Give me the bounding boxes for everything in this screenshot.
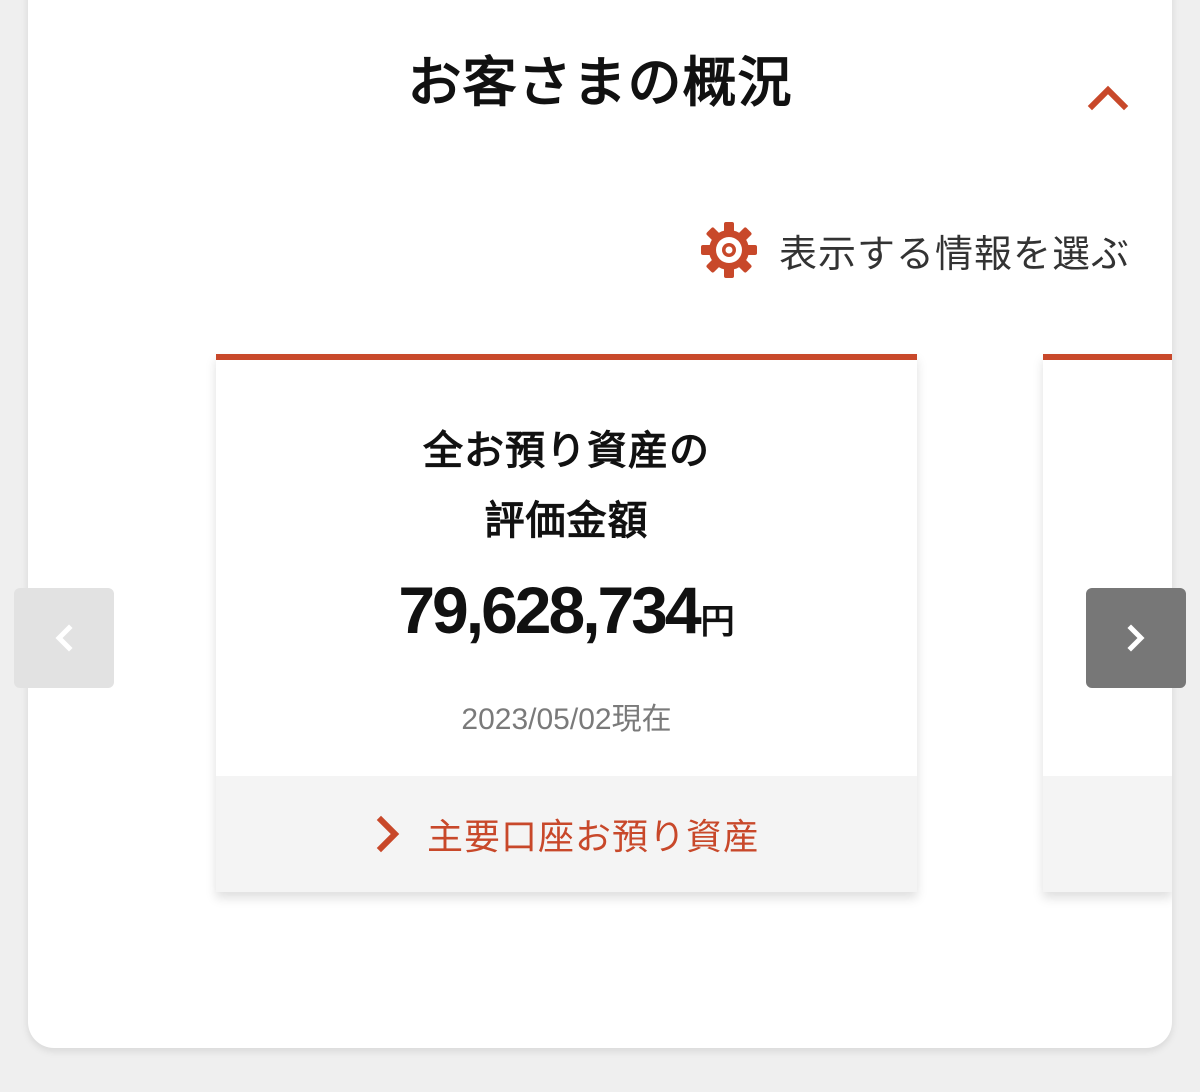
chevron-left-icon <box>55 624 73 652</box>
card-title-line1: 全お預り資産の <box>423 428 710 474</box>
collapse-button[interactable] <box>1084 74 1132 122</box>
chevron-right-icon <box>1127 624 1145 652</box>
chevron-right-icon <box>376 815 400 853</box>
card-title: 全お預り資産の 評価金額 <box>216 416 917 556</box>
gear-icon <box>700 222 757 278</box>
asset-carousel: 全お預り資産の 評価金額 79,628,734円 2023/05/02現在 主要… <box>28 354 1172 914</box>
total-assets-amount: 79,628,734 <box>398 573 701 647</box>
card-accent-bar <box>216 354 917 360</box>
main-account-assets-label: 主要口座お預り資産 <box>426 817 760 858</box>
select-display-info-button[interactable]: 表示する情報を選ぶ <box>699 218 1130 282</box>
carousel-prev-button[interactable] <box>14 588 114 688</box>
total-assets-card: 全お預り資産の 評価金額 79,628,734円 2023/05/02現在 主要… <box>216 354 917 892</box>
card-title-line2: 評価金額 <box>484 498 649 544</box>
chevron-up-icon <box>1087 85 1129 111</box>
page-title: お客さまの概況 <box>407 51 793 114</box>
next-card-footer <box>1043 776 1172 892</box>
carousel-next-button[interactable] <box>1086 588 1186 688</box>
select-display-info-label: 表示する情報を選ぶ <box>778 231 1130 276</box>
as-of-date: 2023/05/02現在 <box>461 703 672 736</box>
amount-row: 79,628,734円 <box>216 570 917 668</box>
main-account-assets-link[interactable]: 主要口座お預り資産 <box>216 776 917 892</box>
card-accent-bar <box>1043 354 1172 360</box>
currency-unit: 円 <box>700 602 735 642</box>
customer-overview-panel: お客さまの概況 表示する情報を選ぶ 全お預り資産の 評価金額 79,628,73… <box>28 0 1172 1048</box>
